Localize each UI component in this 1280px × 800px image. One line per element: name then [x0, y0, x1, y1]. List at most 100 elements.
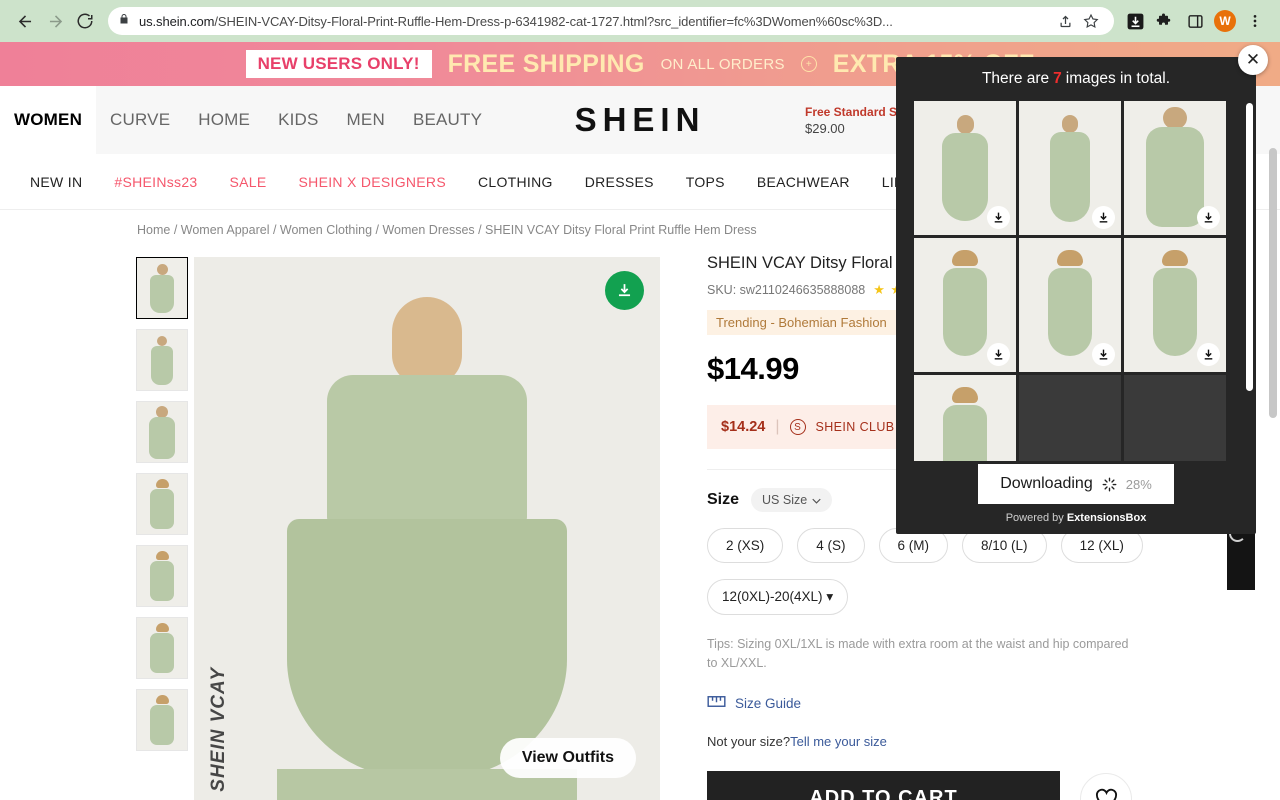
- subnav-item-sheinss23[interactable]: #SHEINss23: [114, 174, 197, 190]
- category-tab-home[interactable]: HOME: [184, 86, 264, 154]
- breadcrumb[interactable]: Home / Women Apparel / Women Clothing / …: [137, 223, 757, 237]
- overlay-image-grid: [914, 101, 1238, 461]
- url-host: us.shein.com: [139, 14, 214, 29]
- free-shipping-label: Free Standard S: [805, 104, 897, 120]
- size-unit-select[interactable]: US Size: [751, 488, 832, 512]
- footer-brand: ExtensionsBox: [1067, 512, 1146, 524]
- subnav-item-clothing[interactable]: CLOTHING: [478, 174, 553, 190]
- download-icon[interactable]: [987, 343, 1010, 366]
- download-icon[interactable]: [605, 271, 644, 310]
- reload-icon[interactable]: [70, 6, 100, 36]
- size-range-row: 12(0XL)-20(4XL) ▾: [707, 579, 1167, 615]
- close-icon[interactable]: ✕: [1238, 45, 1268, 75]
- add-to-cart-button[interactable]: ADD TO CART: [707, 771, 1060, 800]
- size-range-label: 12(0XL)-20(4XL): [722, 589, 823, 604]
- page-scrollbar[interactable]: [1269, 148, 1277, 418]
- star-icon[interactable]: [1078, 8, 1104, 34]
- size-label: Size: [707, 491, 739, 509]
- size-guide-link[interactable]: Size Guide: [707, 694, 1167, 714]
- forward-arrow-icon[interactable]: [40, 6, 70, 36]
- avatar-initial: W: [1214, 10, 1236, 32]
- overlay-title: There are 7 images in total.: [896, 57, 1256, 101]
- subnav-item-dresses[interactable]: DRESSES: [585, 174, 654, 190]
- avatar[interactable]: W: [1210, 6, 1240, 36]
- thumbnail-item[interactable]: [136, 401, 188, 463]
- lock-icon: [118, 12, 130, 31]
- chevron-down-icon: [812, 493, 821, 507]
- overlay-image-cell[interactable]: [914, 238, 1016, 372]
- promo-plus-icon: +: [801, 56, 817, 72]
- subnav-item-beachwear[interactable]: BEACHWEAR: [757, 174, 850, 190]
- thumbnail-item[interactable]: [136, 329, 188, 391]
- category-tab-curve[interactable]: CURVE: [96, 86, 184, 154]
- subnav-item-sale[interactable]: SALE: [230, 174, 267, 190]
- download-icon[interactable]: [987, 206, 1010, 229]
- category-tab-beauty[interactable]: BEAUTY: [399, 86, 496, 154]
- thumbnail-item[interactable]: [136, 473, 188, 535]
- footer-prefix: Powered by: [1006, 512, 1067, 524]
- overlay-title-prefix: There are: [982, 70, 1049, 88]
- back-arrow-icon[interactable]: [10, 6, 40, 36]
- thumbnail-item[interactable]: [136, 617, 188, 679]
- subnav-item-new-in[interactable]: NEW IN: [30, 174, 82, 190]
- browser-toolbar: us.shein.com/SHEIN-VCAY-Ditsy-Floral-Pri…: [0, 0, 1280, 42]
- overlay-image-cell[interactable]: [1124, 101, 1226, 235]
- url-text: us.shein.com/SHEIN-VCAY-Ditsy-Floral-Pri…: [139, 14, 1052, 29]
- share-icon[interactable]: [1052, 8, 1078, 34]
- promo-subline: ON ALL ORDERS: [661, 56, 785, 73]
- trending-tag[interactable]: Trending - Bohemian Fashion: [707, 310, 896, 335]
- overlay-title-suffix: images in total.: [1066, 70, 1170, 88]
- subnav-item-shein-x-designers[interactable]: SHEIN X DESIGNERS: [299, 174, 446, 190]
- category-tab-men[interactable]: MEN: [333, 86, 399, 154]
- sizing-tips: Tips: Sizing 0XL/1XL is made with extra …: [707, 635, 1137, 671]
- free-shipping-amount: $29.00: [805, 120, 897, 138]
- thumbnail-item[interactable]: [136, 545, 188, 607]
- size-range-dropdown[interactable]: 12(0XL)-20(4XL) ▾: [707, 579, 848, 615]
- overlay-scrollbar[interactable]: [1246, 103, 1253, 391]
- download-extension-icon[interactable]: [1120, 6, 1150, 36]
- overlay-image-cell-empty: [1124, 375, 1226, 461]
- thumbnail-strip: [136, 257, 188, 751]
- three-dot-menu-icon[interactable]: [1240, 6, 1270, 36]
- overlay-image-cell[interactable]: [1124, 238, 1226, 372]
- url-path: /SHEIN-VCAY-Ditsy-Floral-Print-Ruffle-He…: [214, 14, 892, 29]
- category-tab-kids[interactable]: KIDS: [264, 86, 332, 154]
- not-your-size-row: Not your size?Tell me your size: [707, 734, 1167, 749]
- overlay-image-cell[interactable]: [914, 375, 1016, 461]
- promo-headline: FREE SHIPPING: [448, 50, 645, 79]
- side-panel-icon[interactable]: [1180, 6, 1210, 36]
- overlay-footer: Powered by ExtensionsBox: [896, 512, 1256, 524]
- address-bar[interactable]: us.shein.com/SHEIN-VCAY-Ditsy-Floral-Pri…: [108, 7, 1114, 35]
- tell-me-your-size-link[interactable]: Tell me your size: [790, 734, 887, 749]
- overlay-image-cell[interactable]: [914, 101, 1016, 235]
- size-option-2xs[interactable]: 2 (XS): [707, 528, 783, 563]
- download-status: Downloading 28%: [978, 464, 1174, 504]
- overlay-image-cell[interactable]: [1019, 238, 1121, 372]
- shein-logo[interactable]: SHEIN: [540, 101, 740, 139]
- caret-down-icon: ▾: [826, 589, 833, 604]
- overlay-image-cell[interactable]: [1019, 101, 1121, 235]
- thumbnail-item[interactable]: [136, 689, 188, 751]
- size-option-4s[interactable]: 4 (S): [797, 528, 864, 563]
- product-hero-image[interactable]: SHEIN VCAY View Outfits: [194, 257, 660, 800]
- download-percent: 28%: [1126, 477, 1152, 492]
- free-shipping-note: Free Standard S $29.00: [805, 104, 897, 138]
- shein-club-label: SHEIN CLUB: [816, 420, 895, 434]
- image-downloader-overlay: ✕ There are 7 images in total.: [896, 57, 1256, 534]
- download-icon[interactable]: [1197, 343, 1220, 366]
- promo-badge: NEW USERS ONLY!: [246, 50, 432, 78]
- ruler-icon: [707, 694, 726, 714]
- puzzle-icon[interactable]: [1150, 6, 1180, 36]
- download-icon[interactable]: [1092, 343, 1115, 366]
- download-status-label: Downloading: [1000, 475, 1093, 493]
- thumbnail-item[interactable]: [136, 257, 188, 319]
- overlay-image-cell-empty: [1019, 375, 1121, 461]
- not-your-size-text: Not your size?: [707, 734, 790, 749]
- wishlist-heart-icon[interactable]: [1080, 773, 1132, 800]
- view-outfits-button[interactable]: View Outfits: [500, 738, 636, 778]
- download-icon[interactable]: [1092, 206, 1115, 229]
- subnav-item-tops[interactable]: TOPS: [686, 174, 725, 190]
- category-tabs: WOMEN CURVE HOME KIDS MEN BEAUTY: [0, 86, 496, 154]
- download-icon[interactable]: [1197, 206, 1220, 229]
- category-tab-women[interactable]: WOMEN: [0, 86, 96, 154]
